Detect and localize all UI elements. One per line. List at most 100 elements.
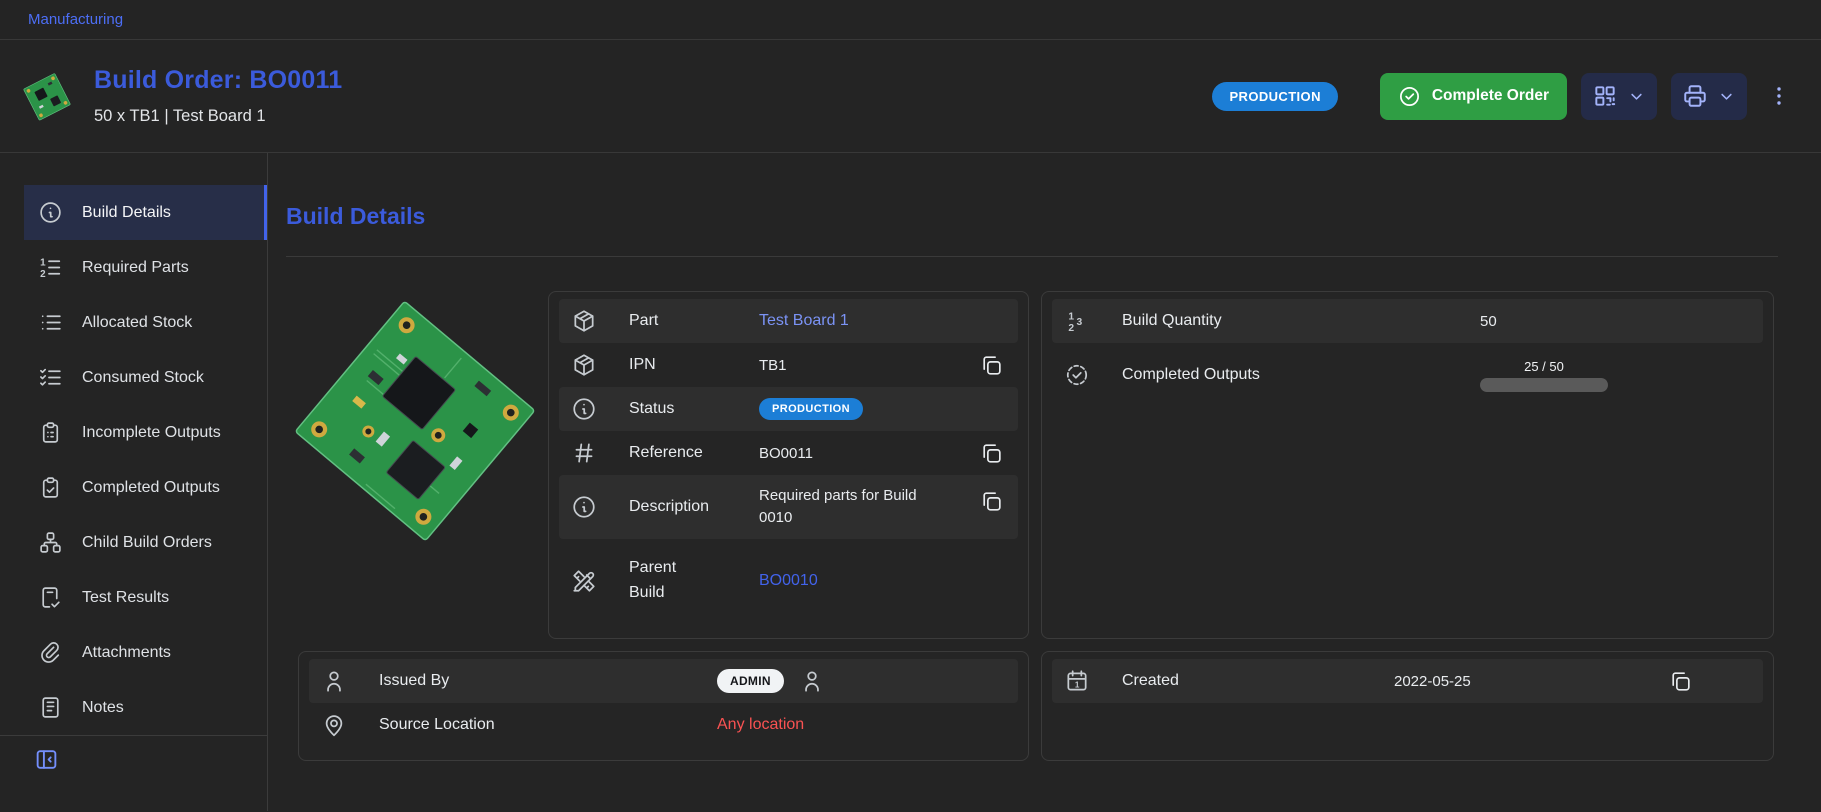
numbers-123-icon: 123 [1064, 308, 1090, 334]
svg-text:1: 1 [1075, 681, 1080, 690]
package-icon [571, 308, 597, 334]
copy-button[interactable] [1666, 667, 1695, 696]
map-pin-icon [321, 712, 347, 738]
sidebar-item-child-build-orders[interactable]: Child Build Orders [24, 515, 267, 570]
sidebar-item-consumed-stock[interactable]: Consumed Stock [24, 350, 267, 405]
sidebar-item-test-results[interactable]: Test Results [24, 570, 267, 625]
hash-icon [571, 440, 597, 466]
detail-label: Source Location [379, 716, 717, 734]
sidebar-item-label: Build Details [82, 204, 171, 222]
quantities-card: 123 Build Quantity 50 Completed Outputs … [1041, 291, 1774, 639]
status-badge: PRODUCTION [759, 398, 863, 420]
complete-order-button[interactable]: Complete Order [1380, 73, 1567, 120]
dots-vertical-icon [1767, 84, 1791, 108]
sidebar-item-allocated-stock[interactable]: Allocated Stock [24, 295, 267, 350]
detail-label: Build Quantity [1122, 312, 1480, 330]
detail-row-source-location: Source Location Any location [309, 703, 1018, 747]
progress-track [1480, 378, 1608, 392]
clipboard-check-icon [38, 475, 63, 500]
panel-heading: Build Details [286, 203, 1778, 230]
detail-label: Description [629, 498, 759, 516]
complete-order-label: Complete Order [1432, 87, 1549, 105]
detail-row-parent-build: Parent Build BO0010 [559, 539, 1018, 623]
clipboard-list-icon [38, 420, 63, 445]
detail-row-description: Description Required parts for Build 001… [559, 475, 1018, 539]
detail-row-ipn: IPN TB1 [559, 343, 1018, 387]
copy-button[interactable] [977, 351, 1006, 380]
detail-row-status: Status PRODUCTION [559, 387, 1018, 431]
chevron-down-icon [1627, 87, 1646, 106]
reference-value: BO0011 [759, 445, 813, 462]
sidebar-item-notes[interactable]: Notes [24, 680, 267, 735]
info-circle-icon [571, 494, 597, 520]
sidebar: Build Details 12 Required Parts Allocate… [0, 153, 268, 811]
detail-label: Completed Outputs [1122, 366, 1480, 384]
page-subtitle: 50 x TB1 | Test Board 1 [94, 107, 342, 126]
svg-text:1: 1 [1068, 311, 1074, 322]
detail-label: Status [629, 400, 759, 418]
source-location-value: Any location [717, 716, 804, 734]
print-actions-button[interactable] [1671, 73, 1747, 120]
detail-row-issued-by: Issued By ADMIN [309, 659, 1018, 703]
status-badge: PRODUCTION [1212, 82, 1337, 111]
heading-divider [286, 256, 1778, 257]
sidebar-item-label: Consumed Stock [82, 369, 204, 387]
calendar-icon: 1 [1064, 668, 1090, 694]
sidebar-item-label: Allocated Stock [82, 314, 192, 332]
info-circle-icon [571, 396, 597, 422]
detail-label: Issued By [379, 672, 717, 690]
sidebar-item-label: Notes [82, 699, 124, 717]
parent-build-link[interactable]: BO0010 [759, 572, 818, 590]
detail-label: Part [629, 312, 759, 330]
file-check-icon [38, 585, 63, 610]
sidebar-item-build-details[interactable]: Build Details [24, 185, 267, 240]
detail-label: Parent Build [629, 556, 759, 606]
completed-outputs-progress: 25 / 50 [1480, 359, 1608, 392]
detail-label: Created [1122, 672, 1394, 690]
sidebar-item-label: Attachments [82, 644, 171, 662]
notes-icon [38, 695, 63, 720]
tools-icon [571, 568, 597, 594]
svg-text:1: 1 [40, 257, 46, 268]
chevron-down-icon [1717, 87, 1736, 106]
detail-label: IPN [629, 356, 759, 374]
created-value: 2022-05-25 [1394, 673, 1471, 690]
sidebar-item-label: Test Results [82, 589, 169, 607]
detail-row-build-quantity: 123 Build Quantity 50 [1052, 299, 1763, 343]
paperclip-icon [38, 640, 63, 665]
svg-text:2: 2 [40, 269, 46, 280]
copy-button[interactable] [977, 487, 1006, 516]
part-image[interactable] [290, 291, 540, 551]
barcode-actions-button[interactable] [1581, 73, 1657, 120]
detail-row-completed-outputs: Completed Outputs 25 / 50 [1052, 343, 1763, 407]
build-quantity-value: 50 [1480, 313, 1497, 330]
progress-check-icon [1064, 362, 1090, 388]
svg-text:3: 3 [1076, 317, 1082, 328]
title-block: Build Order: BO0011 50 x TB1 | Test Boar… [94, 66, 342, 126]
people-card: Issued By ADMIN Source Location Any loca… [298, 651, 1029, 761]
build-details-card: Part Test Board 1 IPN TB1 [548, 291, 1029, 639]
pcb-thumbnail-image [22, 66, 72, 126]
build-order-page: Manufacturing Build Order: BO0011 50 x T… [0, 0, 1821, 812]
page-title: Build Order: BO0011 [94, 66, 342, 95]
sidebar-item-attachments[interactable]: Attachments [24, 625, 267, 680]
more-actions-button[interactable] [1763, 80, 1795, 112]
info-circle-icon [38, 200, 63, 225]
sidebar-collapse-icon [34, 747, 59, 772]
sidebar-collapse-button[interactable] [34, 747, 267, 772]
user-icon [321, 668, 347, 694]
detail-row-part: Part Test Board 1 [559, 299, 1018, 343]
copy-button[interactable] [977, 439, 1006, 468]
qrcode-icon [1592, 83, 1618, 109]
sidebar-item-label: Required Parts [82, 259, 189, 277]
page-header: Build Order: BO0011 50 x TB1 | Test Boar… [0, 40, 1821, 153]
part-thumbnail [22, 65, 72, 127]
printer-icon [1682, 83, 1708, 109]
sidebar-item-incomplete-outputs[interactable]: Incomplete Outputs [24, 405, 267, 460]
sidebar-item-required-parts[interactable]: 12 Required Parts [24, 240, 267, 295]
sidebar-item-completed-outputs[interactable]: Completed Outputs [24, 460, 267, 515]
ipn-value: TB1 [759, 357, 787, 374]
breadcrumb-manufacturing-link[interactable]: Manufacturing [28, 11, 123, 28]
pcb-image [290, 291, 540, 551]
part-link[interactable]: Test Board 1 [759, 312, 849, 330]
